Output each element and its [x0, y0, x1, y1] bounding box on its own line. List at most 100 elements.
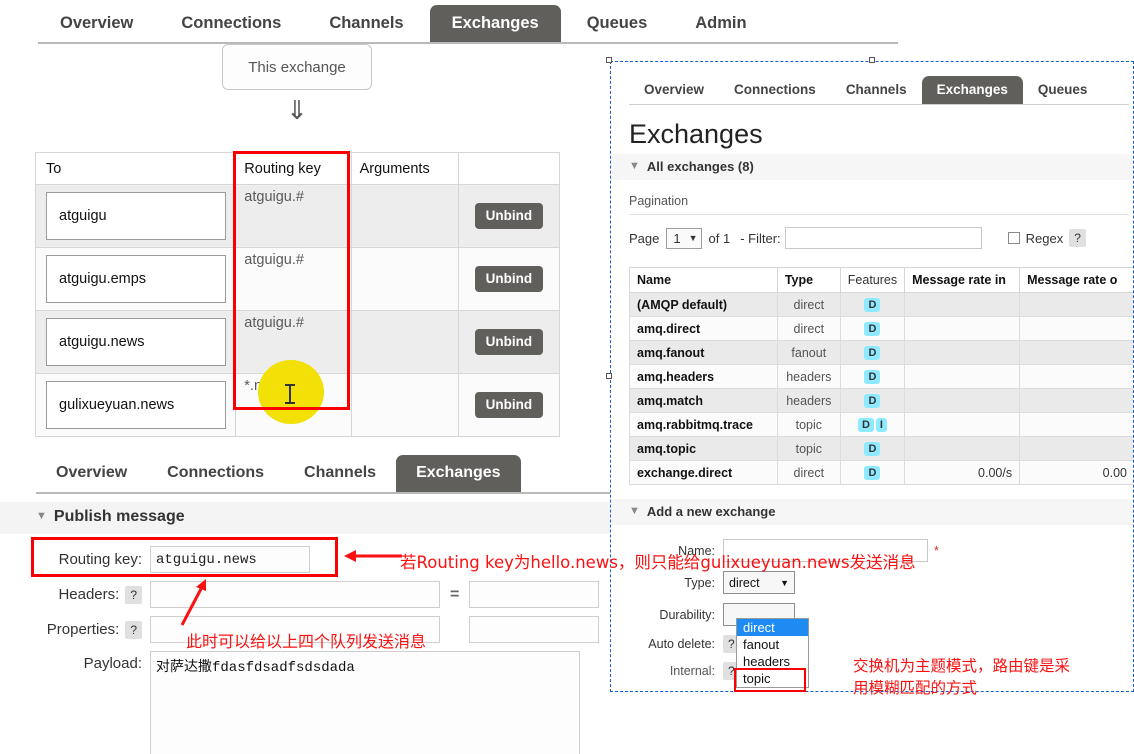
exchange-type-label: Type: [684, 575, 715, 590]
bindings-table-header-row: To Routing key Arguments [34, 152, 561, 185]
tab-channels[interactable]: Channels [307, 5, 425, 43]
help-icon[interactable]: ? [125, 585, 142, 604]
binding-arguments-cell [350, 373, 459, 437]
dropdown-option-headers[interactable]: headers [737, 653, 808, 670]
page-select[interactable]: 1 ▼ [666, 227, 702, 249]
message-rate-in-cell: 0.00/s [904, 460, 1021, 485]
queue-link[interactable]: atguigu [46, 192, 226, 240]
section-title: Publish message [53, 508, 185, 525]
chevron-down-icon: ▼ [629, 160, 640, 172]
tab-connections[interactable]: Connections [719, 76, 831, 105]
tab-channels[interactable]: Channels [284, 455, 396, 492]
table-row: atguigu.emps atguigu.# Unbind [34, 247, 561, 311]
exchange-features-cell: D [839, 388, 906, 413]
binding-routing-key-cell: atguigu.# [235, 184, 352, 248]
exchange-name-cell[interactable]: amq.match [629, 388, 778, 413]
exchange-type-cell: direct [776, 460, 841, 485]
headers-label: Headers:? [0, 585, 150, 604]
feature-badge-d: D [864, 370, 881, 384]
annotation-arrow-to-routing-key [344, 550, 402, 562]
tab-queues[interactable]: Queues [1023, 76, 1103, 105]
queue-link[interactable]: atguigu.news [46, 318, 226, 366]
exchange-type-cell: headers [776, 388, 841, 413]
binding-action-cell: Unbind [457, 373, 561, 437]
tab-exchanges[interactable]: Exchanges [429, 4, 561, 42]
chevron-down-icon: ▼ [688, 233, 698, 243]
dropdown-option-fanout[interactable]: fanout [737, 636, 808, 653]
internal-label: Internal: [669, 664, 715, 678]
help-icon[interactable]: ? [1069, 229, 1086, 247]
tab-connections[interactable]: Connections [147, 455, 284, 492]
queue-link[interactable]: gulixueyuan.news [46, 381, 226, 429]
add-new-exchange-section-header[interactable]: ▼ Add a new exchange [611, 499, 1133, 525]
filter-input[interactable] [784, 227, 982, 249]
col-header-type[interactable]: Type [776, 267, 841, 293]
screenshot-root: Overview Connections Channels Exchanges … [0, 0, 1134, 754]
binding-action-cell: Unbind [457, 310, 561, 374]
help-icon[interactable]: ? [125, 620, 142, 639]
properties-label-text: Properties: [46, 620, 120, 638]
payload-textarea[interactable]: 对萨达撒fdasfdsadfsdsdada [150, 651, 580, 754]
all-exchanges-section-header[interactable]: ▼ All exchanges (8) [611, 154, 1133, 180]
binding-to-cell: atguigu.emps [34, 247, 237, 311]
exchange-type-cell: headers [776, 364, 841, 389]
dropdown-option-direct[interactable]: direct [737, 619, 808, 636]
binding-to-cell: gulixueyuan.news [34, 373, 237, 437]
exchange-name-cell[interactable]: (AMQP default) [629, 292, 778, 317]
exchange-type-select[interactable]: direct ▼ [723, 571, 795, 594]
col-header-name[interactable]: Name [629, 267, 778, 293]
all-exchanges-label: All exchanges (8) [646, 159, 754, 174]
message-rate-in-cell [904, 412, 1021, 437]
binding-to-cell: atguigu.news [34, 310, 237, 374]
exchange-type-value: direct [729, 575, 760, 590]
selection-handle[interactable] [869, 57, 875, 63]
exchange-features-cell: D [839, 292, 906, 317]
exchange-type-dropdown[interactable]: direct fanout headers topic [736, 618, 809, 688]
message-rate-out-cell [1019, 292, 1133, 317]
headers-value-input[interactable] [469, 581, 600, 608]
message-rate-out-cell [1019, 364, 1133, 389]
exchange-features-cell: D [839, 436, 906, 461]
properties-value-input[interactable] [469, 616, 600, 643]
text-cursor-icon [285, 384, 295, 404]
tab-overview[interactable]: Overview [38, 5, 155, 43]
tab-overview[interactable]: Overview [629, 76, 719, 105]
tab-admin[interactable]: Admin [673, 5, 768, 43]
tab-channels[interactable]: Channels [831, 76, 922, 105]
publish-message-section-header[interactable]: ▼ Publish message [0, 502, 620, 534]
exchange-name-cell[interactable]: amq.topic [629, 436, 778, 461]
unbind-button[interactable]: Unbind [474, 203, 544, 229]
message-rate-out-cell: 0.00 [1019, 460, 1133, 485]
table-row: amq.headers headers D [629, 364, 1133, 389]
unbind-button[interactable]: Unbind [474, 392, 544, 418]
pagination-label: Pagination [629, 194, 689, 208]
binding-arguments-cell [350, 184, 459, 248]
unbind-button[interactable]: Unbind [474, 329, 544, 355]
exchange-features-cell: D [839, 316, 906, 341]
navbar-rule [38, 42, 898, 44]
regex-label: Regex [1025, 230, 1064, 246]
double-down-arrow-icon: ⇓ [286, 96, 308, 126]
exchange-name-cell[interactable]: amq.fanout [629, 340, 778, 365]
durability-label: Durability: [659, 607, 715, 622]
col-header-message-rate-in[interactable]: Message rate in [904, 267, 1021, 293]
tab-queues[interactable]: Queues [565, 5, 670, 43]
exchange-name-cell[interactable]: amq.headers [629, 364, 778, 389]
divider [629, 214, 1129, 215]
dropdown-option-topic[interactable]: topic [737, 670, 808, 687]
col-header-message-rate-out[interactable]: Message rate o [1019, 267, 1133, 293]
regex-checkbox[interactable] [1007, 232, 1020, 244]
queue-link[interactable]: atguigu.emps [46, 255, 226, 303]
tab-exchanges[interactable]: Exchanges [921, 75, 1023, 104]
selection-handle[interactable] [606, 373, 612, 379]
exchange-name-cell[interactable]: amq.rabbitmq.trace [629, 412, 778, 437]
exchange-name-cell[interactable]: amq.direct [629, 316, 778, 341]
exchange-features-cell: D [839, 460, 906, 485]
feature-badge-d: D [864, 466, 881, 480]
tab-connections[interactable]: Connections [159, 5, 303, 43]
unbind-button[interactable]: Unbind [474, 266, 544, 292]
tab-exchanges[interactable]: Exchanges [396, 455, 521, 492]
exchange-name-cell[interactable]: exchange.direct [629, 460, 778, 485]
tab-overview[interactable]: Overview [36, 455, 147, 492]
selection-handle[interactable] [606, 57, 612, 63]
